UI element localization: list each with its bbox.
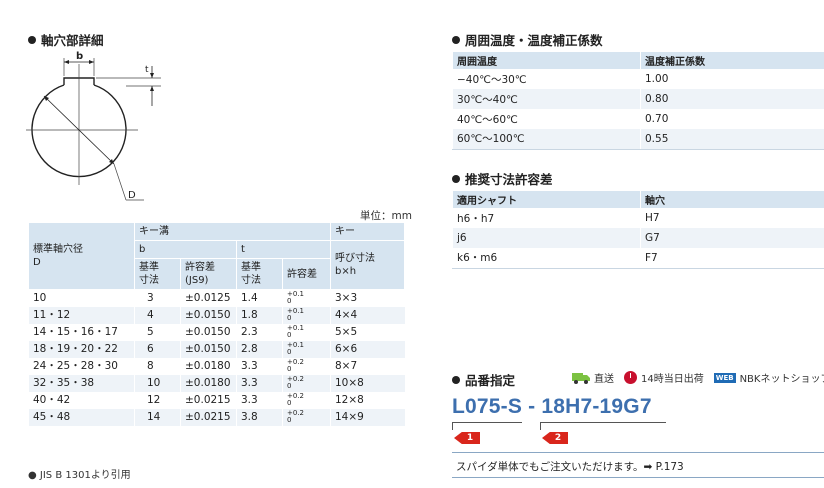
- header-shaft-fit: 適用シャフト: [452, 191, 641, 208]
- truck-icon: [572, 372, 590, 384]
- unit-label: 単位：mm: [360, 210, 412, 222]
- segment-1-underline: [452, 422, 522, 423]
- label-d: D: [128, 190, 136, 201]
- shipping-tags: 直送 14時当日出荷 WEB NBKネットショップ: [572, 370, 824, 385]
- tolerance-title: 推奨寸法許容差: [452, 169, 553, 188]
- shaft-hole-diagram: b t D: [26, 51, 161, 201]
- table-row: 40℃〜60℃ 0.70: [452, 109, 824, 129]
- header-b: b: [134, 240, 237, 259]
- table-row: −40℃〜30℃ 1.00: [452, 69, 824, 89]
- jis-note: ● JIS B 1301より引用: [28, 470, 131, 481]
- marker-1: 1: [454, 432, 480, 444]
- spider-order-note[interactable]: スパイダ単体でもご注文いただけます。➡ P.173: [456, 459, 684, 474]
- table-row: k6・m6 F7: [452, 248, 824, 269]
- temperature-table: 周囲温度 温度補正係数 −40℃〜30℃ 1.00 30℃〜40℃ 0.80 40℃〜…: [452, 52, 824, 150]
- table-row: h6・h7 H7: [452, 208, 824, 228]
- table-row: 11・12 4 ±0.0150 1.8 +0.1 0 4×4: [28, 307, 405, 324]
- keyway-table: 標準軸穴径 D キー溝 キー b t 呼び寸法 b×h 基準 寸法 許容差 (JS9) …: [28, 222, 405, 426]
- segment-2-tick: [540, 422, 541, 430]
- header-t-tol: 許容差: [282, 258, 331, 290]
- direct-label: 直送: [594, 374, 614, 385]
- table-row: 10 3 ±0.0125 1.4 +0.1 0 3×3: [28, 289, 405, 307]
- bullet-icon: [452, 175, 460, 183]
- header-nominal: 呼び寸法 b×h: [330, 240, 405, 290]
- header-temp: 周囲温度: [452, 52, 641, 69]
- part-number-title: 品番指定: [452, 370, 515, 389]
- header-t-basic: 基準 寸法: [236, 258, 283, 290]
- table-row: 60℃〜100℃ 0.55: [452, 129, 824, 150]
- web-badge: WEB: [713, 372, 736, 383]
- marker-2: 2: [542, 432, 568, 444]
- temperature-title: 周囲温度・温度補正係数: [452, 30, 603, 49]
- footer-divider: [452, 452, 824, 453]
- table-row: j6 G7: [452, 228, 824, 248]
- header-t: t: [236, 240, 331, 259]
- header-coef: 温度補正係数: [640, 52, 824, 69]
- table-row: 40・42 12 ±0.0215 3.3 +0.2 0 12×8: [28, 392, 405, 409]
- table-row: 45・48 14 ±0.0215 3.8 +0.2 0 14×9: [28, 409, 405, 426]
- table-row: 30℃〜40℃ 0.80: [452, 89, 824, 109]
- label-b: b: [76, 51, 83, 62]
- part-number-code: L075-S - 18H7-19G7: [452, 395, 652, 418]
- shaft-hole-detail-title: 軸穴部詳細: [28, 30, 104, 49]
- header-b-tol: 許容差 (JS9): [180, 258, 237, 290]
- segment-2-underline: [540, 422, 666, 423]
- header-key: キー: [330, 222, 405, 241]
- bullet-icon: [452, 376, 460, 384]
- header-shaft: 標準軸穴径 D: [28, 222, 135, 290]
- table-row: 24・25・28・30 8 ±0.0180 3.3 +0.2 0 8×7: [28, 358, 405, 375]
- table-row: 14・15・16・17 5 ±0.0150 2.3 +0.1 0 5×5: [28, 324, 405, 341]
- same-day-label: 14時当日出荷: [641, 374, 704, 385]
- table-row: 32・35・38 10 ±0.0180 3.3 +0.2 0 10×8: [28, 375, 405, 392]
- header-b-basic: 基準 寸法: [134, 258, 181, 290]
- bullet-icon: [452, 36, 460, 44]
- header-hole: 軸穴: [640, 191, 824, 208]
- tolerance-table: 適用シャフト 軸穴 h6・h7 H7 j6 G7 k6・m6 F7: [452, 191, 824, 269]
- footer-divider-bottom: [452, 477, 824, 478]
- segment-1-tick: [452, 422, 453, 430]
- net-shop-label: NBKネットショップ: [739, 374, 824, 385]
- table-row: 18・19・20・22 6 ±0.0150 2.8 +0.1 0 6×6: [28, 341, 405, 358]
- label-t: t: [145, 65, 149, 75]
- clock-icon: [624, 371, 637, 384]
- header-keyway: キー溝: [134, 222, 331, 241]
- bullet-icon: [28, 36, 36, 44]
